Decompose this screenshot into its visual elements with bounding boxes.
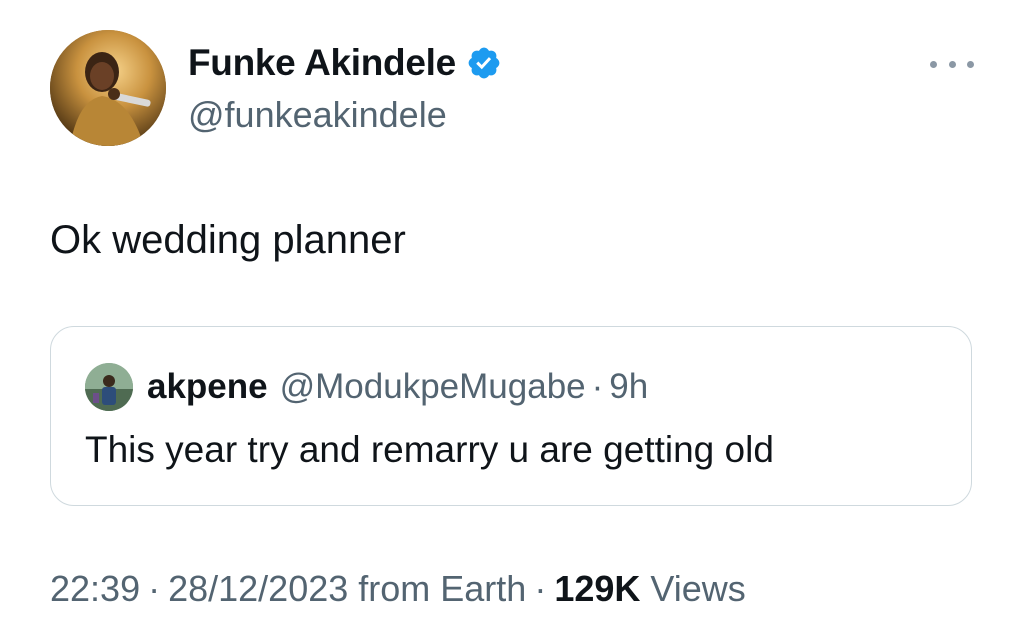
author-name[interactable]: Funke Akindele: [188, 42, 502, 84]
quoted-timestamp[interactable]: 9h: [609, 367, 648, 407]
meta-separator: ·: [534, 568, 547, 609]
quoted-tweet-card[interactable]: akpene @ModukpeMugabe · 9h This year try…: [50, 326, 972, 506]
author-name-text[interactable]: Funke Akindele: [188, 42, 456, 84]
more-dot: [930, 60, 937, 68]
quoted-author-handle[interactable]: @ModukpeMugabe: [280, 367, 586, 407]
tweet-text: Ok wedding planner: [50, 218, 406, 262]
quoted-tweet-text: This year try and remarry u are getting …: [85, 429, 774, 470]
views-count[interactable]: 129K: [554, 568, 640, 610]
author-avatar-image: [50, 30, 166, 146]
more-dot: [948, 60, 956, 68]
more-dot: [967, 60, 974, 68]
more-options-icon[interactable]: [930, 54, 974, 74]
quoted-author-avatar: [85, 363, 133, 411]
tweet-time[interactable]: 22:39: [50, 568, 140, 610]
author-handle[interactable]: @funkeakindele: [188, 94, 447, 136]
tweet-meta: 22:39 · 28/12/2023 from Earth · 129K Vie…: [50, 568, 746, 610]
tweet-date-source[interactable]: 28/12/2023 from Earth: [168, 568, 526, 610]
quoted-header: akpene @ModukpeMugabe · 9h: [147, 367, 648, 407]
tweet-card: Funke Akindele @funkeakindele Ok wedding…: [0, 0, 1024, 636]
author-avatar[interactable]: [50, 30, 166, 146]
quoted-avatar-image: [85, 363, 133, 411]
views-label[interactable]: Views: [650, 568, 745, 610]
quoted-separator: ·: [591, 367, 604, 406]
verified-badge-icon: [468, 47, 500, 79]
meta-separator: ·: [148, 568, 161, 609]
quoted-author-name[interactable]: akpene: [147, 367, 268, 407]
